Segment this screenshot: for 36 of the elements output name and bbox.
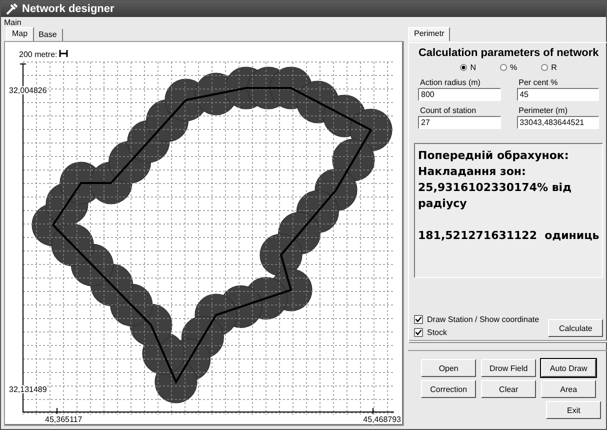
tools-icon — [6, 3, 18, 15]
input-field[interactable]: 33043,483644521 — [516, 116, 600, 129]
input-field[interactable]: 800 — [418, 88, 501, 101]
action-button[interactable]: Auto Draw — [541, 359, 596, 377]
result-text: 181,521271631122 одиниць — [418, 228, 600, 244]
action-button[interactable]: Open — [421, 359, 476, 377]
field-label: Perimeter (m) — [518, 106, 568, 115]
result-text: Накладання зон: — [418, 164, 527, 180]
action-button[interactable]: Exit — [546, 401, 602, 419]
input-field[interactable]: 27 — [418, 116, 501, 129]
action-button[interactable]: Correction — [421, 380, 476, 398]
checkbox[interactable]: Draw Station / Show coordinate — [414, 315, 540, 324]
radio-button[interactable]: % — [500, 63, 518, 72]
action-button[interactable]: Area — [541, 380, 596, 398]
radio-button[interactable]: R — [541, 63, 557, 72]
tab[interactable]: Base — [34, 29, 63, 41]
section-title: Calculation parameters of network — [417, 47, 600, 59]
window-title: Network designer — [22, 3, 114, 15]
checkbox[interactable]: Stock — [414, 328, 540, 337]
field-label: Action radius (m) — [419, 78, 482, 87]
tab[interactable]: Perimetr — [408, 27, 450, 41]
field-label: Count of station — [419, 106, 478, 115]
field-label: Per cent % — [518, 78, 559, 87]
scale-bar-icon — [59, 49, 68, 58]
action-button[interactable]: Drow Field — [481, 359, 536, 377]
coordinate-label: 45,468793 — [363, 415, 401, 424]
coordinate-label: 45,365117 — [45, 415, 82, 424]
result-text: 25,9316102330174% від радіусу — [418, 180, 572, 212]
menu-item[interactable]: Main — [4, 18, 22, 27]
result-text: Попередній обрахунок: — [418, 148, 570, 164]
calculate-button[interactable]: Calculate — [548, 319, 604, 337]
tab[interactable]: Map — [6, 27, 34, 41]
radio-button[interactable]: N — [460, 63, 476, 72]
scale-label: 200 metre: — [19, 50, 58, 59]
input-field[interactable]: 45 — [516, 88, 600, 101]
action-button[interactable]: Clear — [481, 380, 536, 398]
